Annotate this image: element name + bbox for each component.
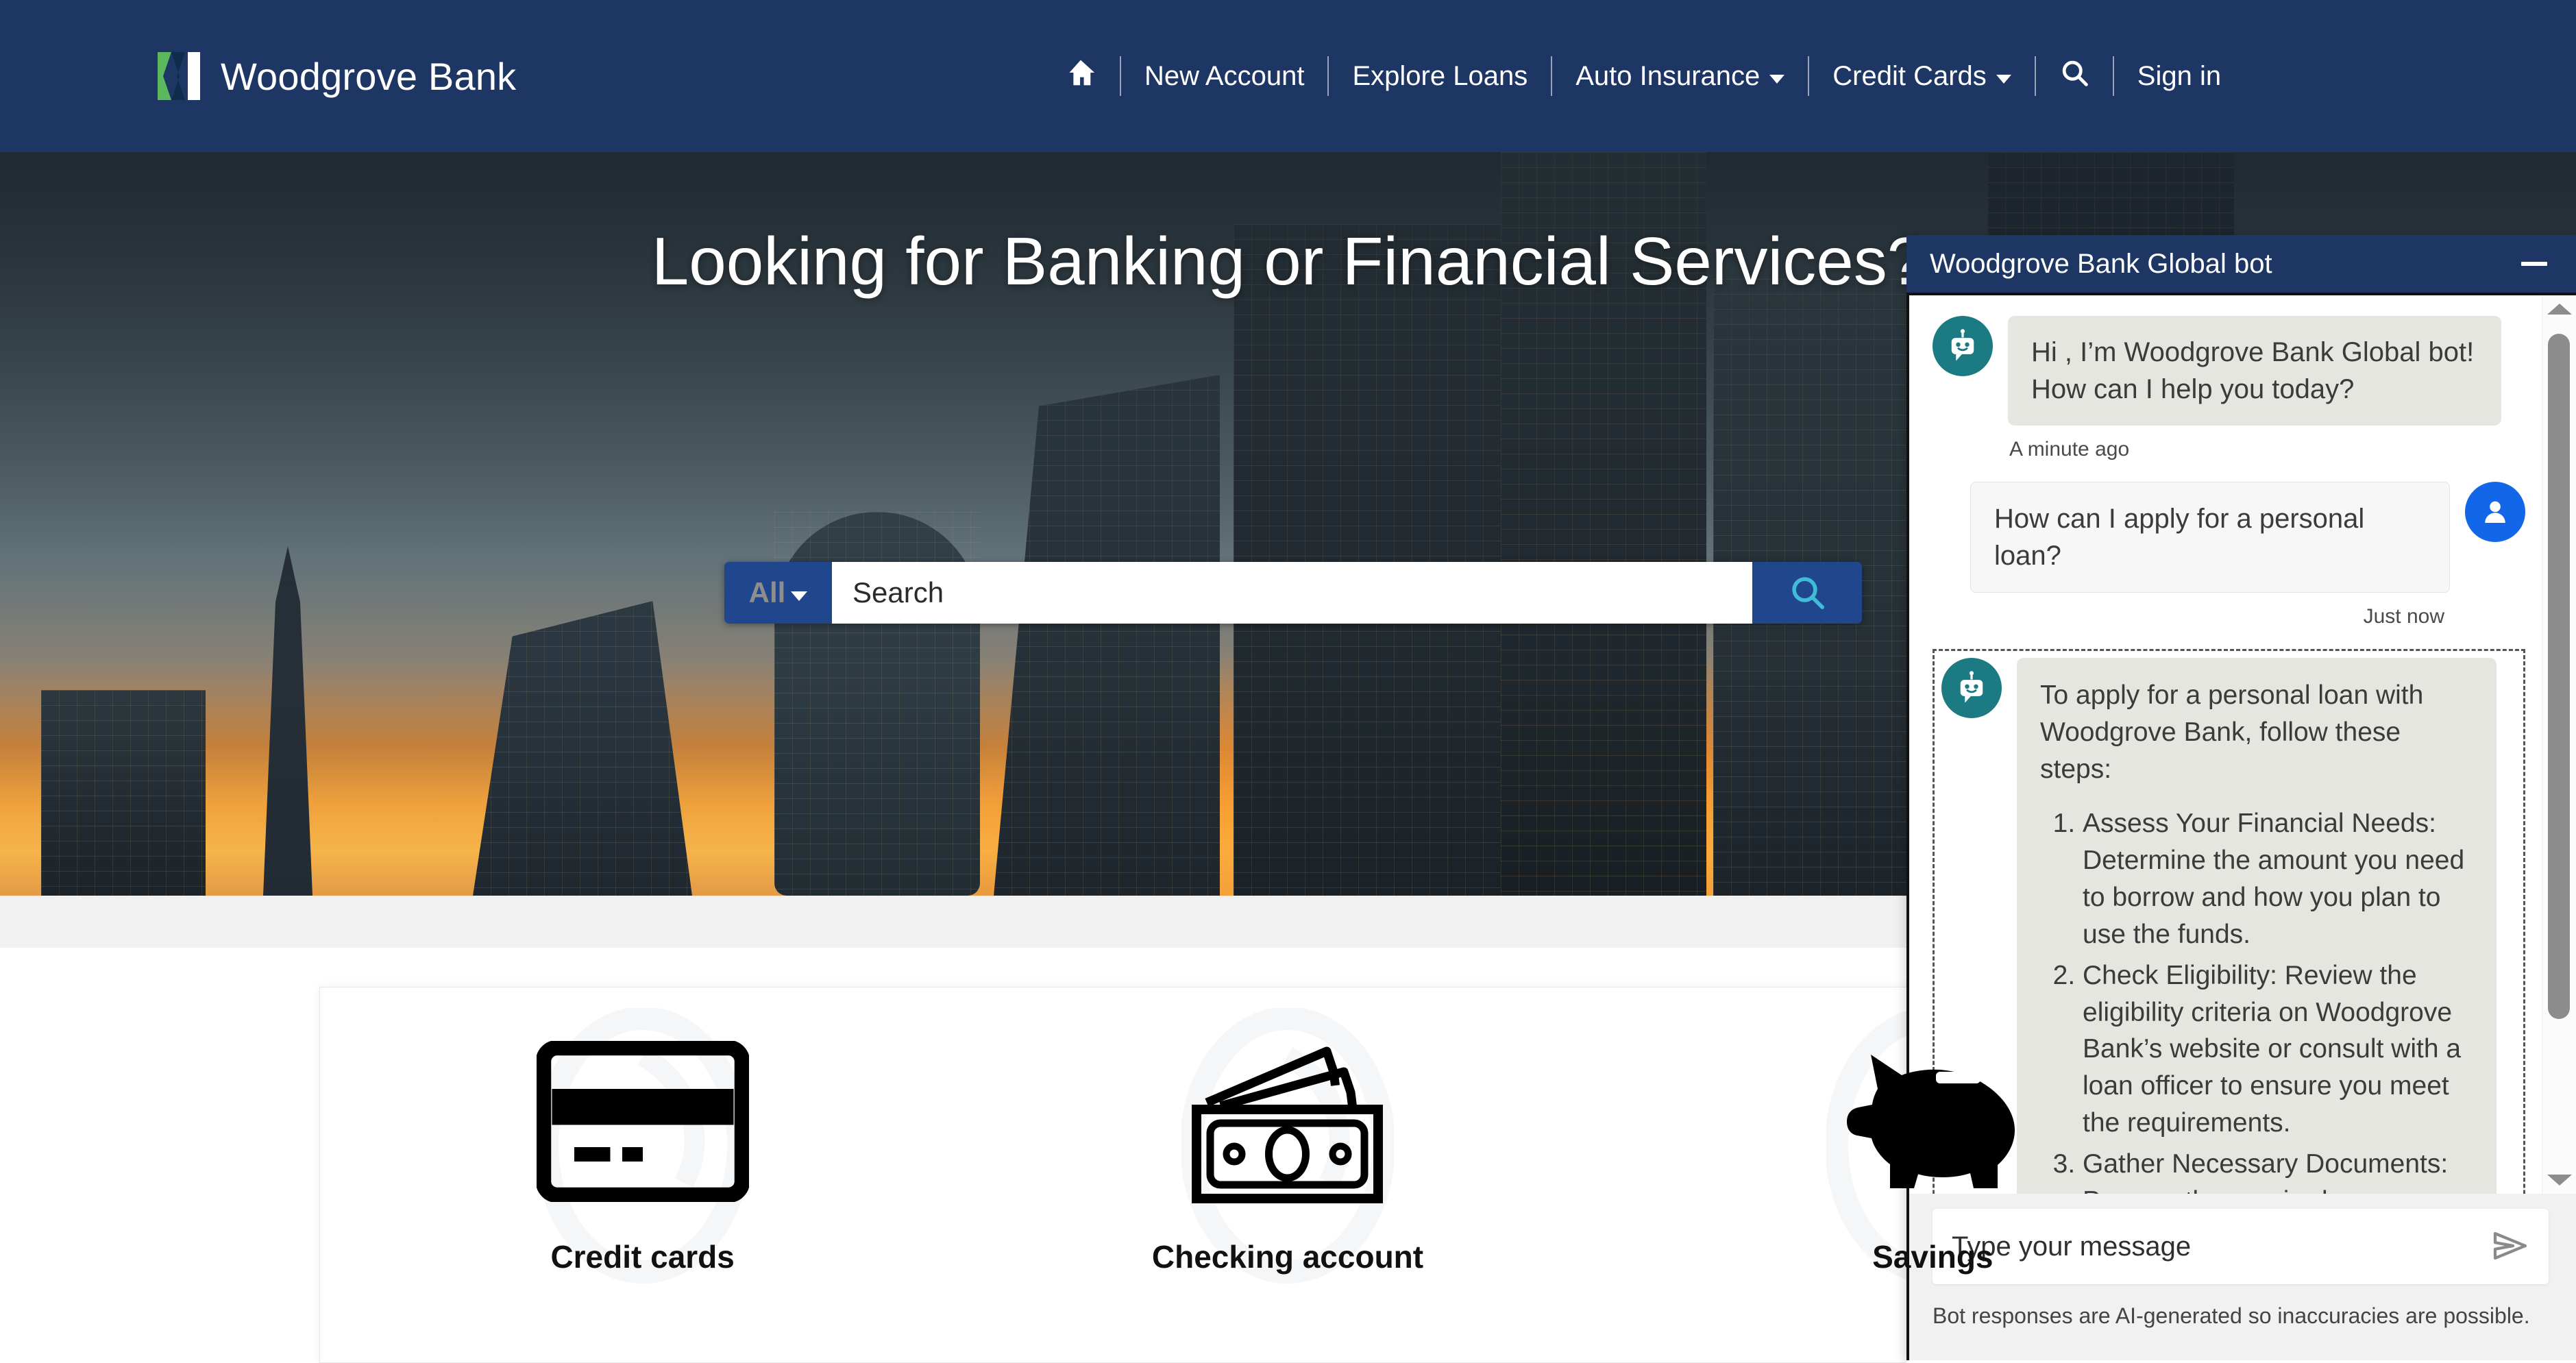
page-root: Woodgrove Bank New Account Explore Loans… xyxy=(0,0,2576,1363)
chat-message-user: How can I apply for a personal loan? xyxy=(1933,482,2525,593)
search-input-container xyxy=(832,562,1752,624)
brand-logo[interactable]: Woodgrove Bank xyxy=(158,52,516,100)
chat-message-timestamp: A minute ago xyxy=(2009,438,2130,461)
search-icon xyxy=(2059,58,2089,95)
chat-title: Woodgrove Bank Global bot xyxy=(1930,248,2272,279)
send-icon xyxy=(2491,1228,2529,1266)
nav-item-explore-loans[interactable]: Explore Loans xyxy=(1329,61,1551,92)
chat-input-container xyxy=(1933,1209,2549,1284)
bot-avatar-icon xyxy=(1933,316,1993,376)
nav-label: Sign in xyxy=(2137,60,2222,91)
chat-header: Woodgrove Bank Global bot xyxy=(1906,235,2576,293)
chat-disclaimer: Bot responses are AI-generated so inaccu… xyxy=(1933,1303,2530,1328)
nav-label: Explore Loans xyxy=(1352,60,1528,91)
search-scope-dropdown[interactable]: All xyxy=(724,562,832,624)
chevron-down-icon xyxy=(791,591,808,601)
bot-answer-intro: To apply for a personal loan with Woodgr… xyxy=(2040,680,2424,784)
nav-label: Auto Insurance xyxy=(1575,60,1761,91)
service-card-credit-cards[interactable]: Credit cards xyxy=(320,987,965,1362)
nav-item-sign-in[interactable]: Sign in xyxy=(2114,61,2244,92)
credit-card-icon xyxy=(536,1029,749,1214)
search-scope-label: All xyxy=(748,576,786,609)
nav-item-search[interactable] xyxy=(2036,58,2113,95)
chat-bubble-bot: Hi , I’m Woodgrove Bank Global bot! How … xyxy=(2008,316,2501,426)
chat-footer: Bot responses are AI-generated so inaccu… xyxy=(1906,1194,2576,1360)
user-avatar-icon xyxy=(2465,482,2525,542)
banknotes-icon xyxy=(1179,1029,1395,1214)
bot-answer-step: Gather Necessary Documents: Prepare the … xyxy=(2083,1146,2473,1194)
search-icon xyxy=(1788,573,1826,613)
service-card-label: Credit cards xyxy=(550,1239,735,1275)
service-card-checking-account[interactable]: Checking account xyxy=(965,987,1610,1362)
bot-answer-step: Check Eligibility: Review the eligibilit… xyxy=(2083,957,2473,1142)
chat-bubble-user: How can I apply for a personal loan? xyxy=(1970,482,2450,593)
nav-item-credit-cards[interactable]: Credit Cards xyxy=(1809,61,2035,92)
chevron-down-icon xyxy=(1769,74,1785,84)
hero-search-bar: All xyxy=(724,562,1862,624)
woodgrove-logo-icon xyxy=(158,52,200,100)
chat-message-input[interactable] xyxy=(1952,1231,2491,1262)
search-submit-button[interactable] xyxy=(1752,562,1862,624)
chat-bubble-bot: To apply for a personal loan with Woodgr… xyxy=(2017,658,2497,1194)
site-header: Woodgrove Bank New Account Explore Loans… xyxy=(0,0,2576,152)
nav-item-new-account[interactable]: New Account xyxy=(1121,61,1327,92)
chat-scrollbar[interactable] xyxy=(2542,295,2576,1194)
service-card-label: Savings xyxy=(1872,1239,1994,1275)
scroll-up-icon[interactable] xyxy=(2547,304,2572,315)
scrollbar-thumb[interactable] xyxy=(2548,334,2570,1019)
bot-answer-step: Assess Your Financial Needs: Determine t… xyxy=(2083,805,2473,953)
send-button[interactable] xyxy=(2491,1228,2529,1266)
scroll-down-icon[interactable] xyxy=(2547,1175,2572,1186)
service-card-label: Checking account xyxy=(1151,1239,1424,1275)
main-nav: New Account Explore Loans Auto Insurance… xyxy=(1042,0,2244,152)
bot-answer-steps: Assess Your Financial Needs: Determine t… xyxy=(2040,805,2473,1194)
nav-label: New Account xyxy=(1144,60,1305,91)
chat-message-timestamp: Just now xyxy=(2363,605,2444,628)
piggy-bank-icon xyxy=(1830,1029,2035,1214)
search-input[interactable] xyxy=(832,562,1752,624)
home-icon xyxy=(1065,58,1096,95)
minimize-icon[interactable] xyxy=(2517,247,2551,281)
bot-avatar-icon xyxy=(1941,658,2002,718)
nav-item-home[interactable] xyxy=(1042,58,1120,95)
chat-message-bot-greeting: Hi , I’m Woodgrove Bank Global bot! How … xyxy=(1933,316,2525,426)
nav-label: Credit Cards xyxy=(1832,60,1987,91)
nav-item-auto-insurance[interactable]: Auto Insurance xyxy=(1552,61,1808,92)
chevron-down-icon xyxy=(1996,74,2011,84)
brand-name: Woodgrove Bank xyxy=(221,54,517,98)
